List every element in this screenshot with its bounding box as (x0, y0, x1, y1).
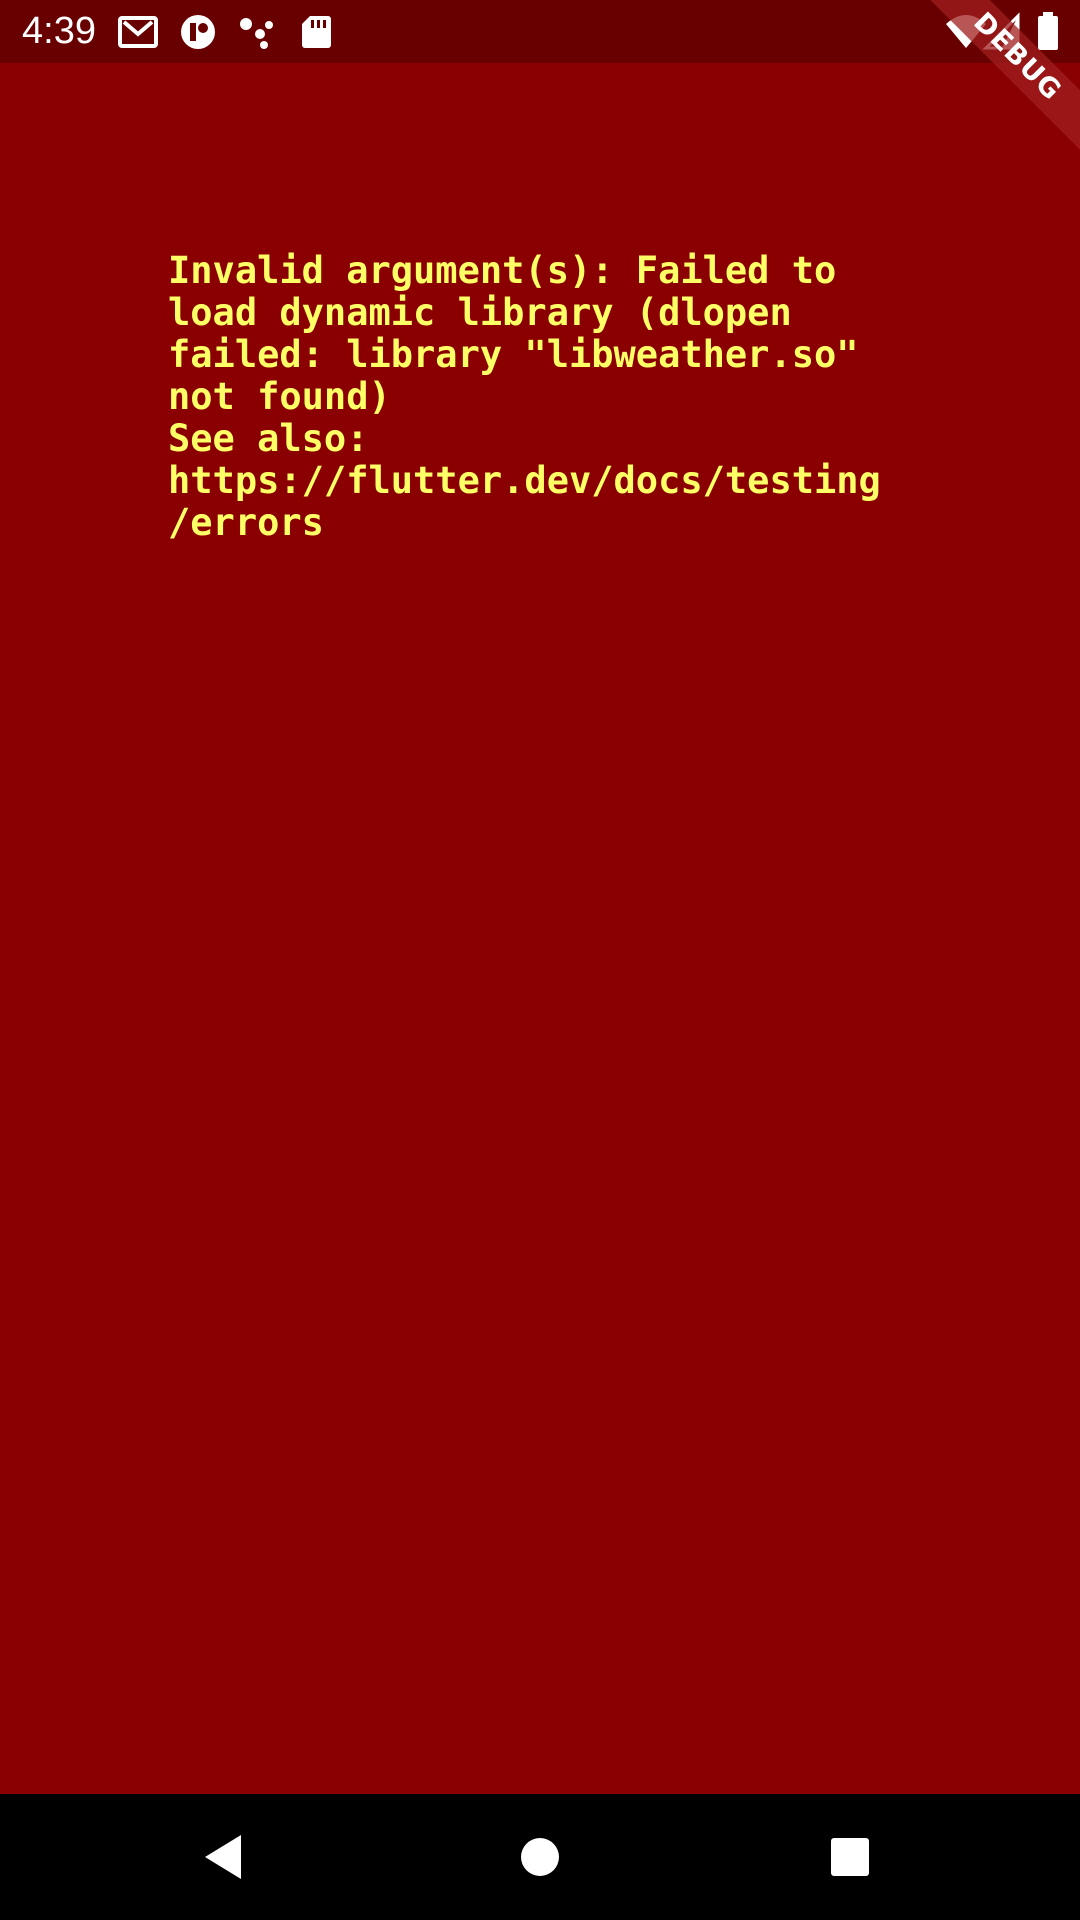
recents-icon[interactable] (820, 1827, 880, 1887)
sd-card-icon (296, 12, 336, 52)
status-time: 4:39 (22, 10, 96, 52)
status-bar: 4:39 (0, 0, 1080, 63)
navigation-bar (0, 1794, 1080, 1920)
home-icon[interactable] (510, 1827, 570, 1887)
back-icon[interactable] (195, 1827, 255, 1887)
assistant-dots-icon (236, 12, 276, 52)
error-message: Invalid argument(s): Failed to load dyna… (168, 249, 881, 544)
gmail-icon (118, 12, 158, 52)
battery-icon (1034, 12, 1062, 52)
error-screen: 4:39 DEBUG Invalid argument(s): Failed t… (0, 0, 1080, 1920)
app-icon (178, 12, 218, 52)
